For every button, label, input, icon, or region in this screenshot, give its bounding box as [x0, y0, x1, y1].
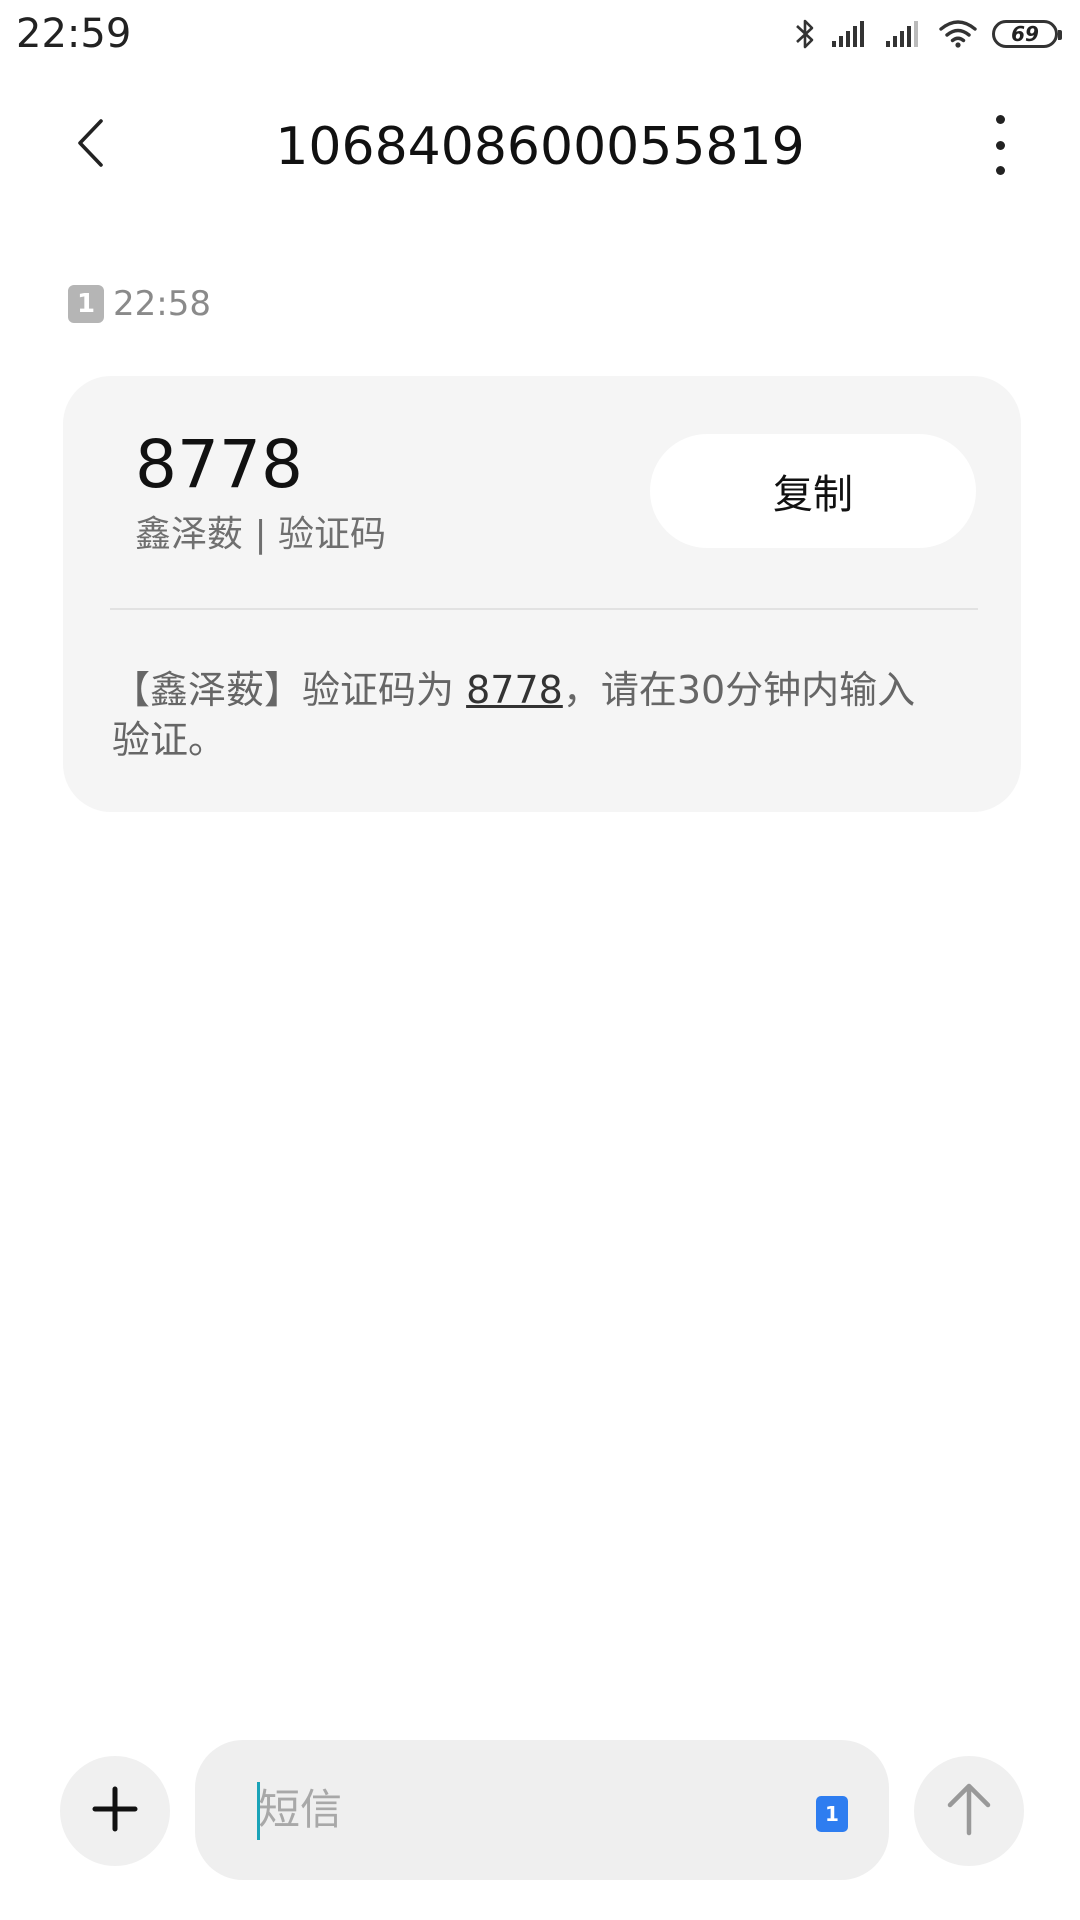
- sim-select-button[interactable]: 1: [816, 1796, 848, 1832]
- more-options-button[interactable]: [980, 115, 1020, 175]
- more-vertical-icon: [995, 115, 1005, 124]
- text-cursor: [257, 1782, 260, 1840]
- sim-badge: 1: [68, 285, 104, 323]
- signal-icon: [830, 19, 870, 49]
- plus-icon: [92, 1786, 138, 1836]
- status-time: 22:59: [16, 11, 132, 57]
- battery-icon: 69: [992, 20, 1062, 48]
- arrow-up-icon: [944, 1781, 994, 1841]
- wifi-icon: [938, 19, 978, 49]
- battery-level: 69: [1011, 22, 1039, 46]
- message-code-link[interactable]: 8778: [466, 668, 563, 712]
- card-divider: [110, 608, 978, 610]
- copy-button[interactable]: 复制: [650, 434, 976, 548]
- add-attachment-button[interactable]: [60, 1756, 170, 1866]
- message-body-prefix: 【鑫泽薮】验证码为: [112, 668, 467, 712]
- sender-label: 鑫泽薮 | 验证码: [135, 514, 387, 555]
- status-icons: 69: [794, 14, 1062, 54]
- message-input-placeholder: 短信: [258, 1785, 343, 1834]
- signal-icon: [884, 19, 924, 49]
- bluetooth-icon: [794, 16, 816, 52]
- message-time: 22:58: [113, 284, 211, 324]
- verification-code: 8778: [135, 426, 303, 503]
- conversation-title: 1068408600055819: [275, 117, 805, 177]
- send-button[interactable]: [914, 1756, 1024, 1866]
- message-body: 【鑫泽薮】验证码为 8778，请在30分钟内输入验证。: [112, 665, 942, 765]
